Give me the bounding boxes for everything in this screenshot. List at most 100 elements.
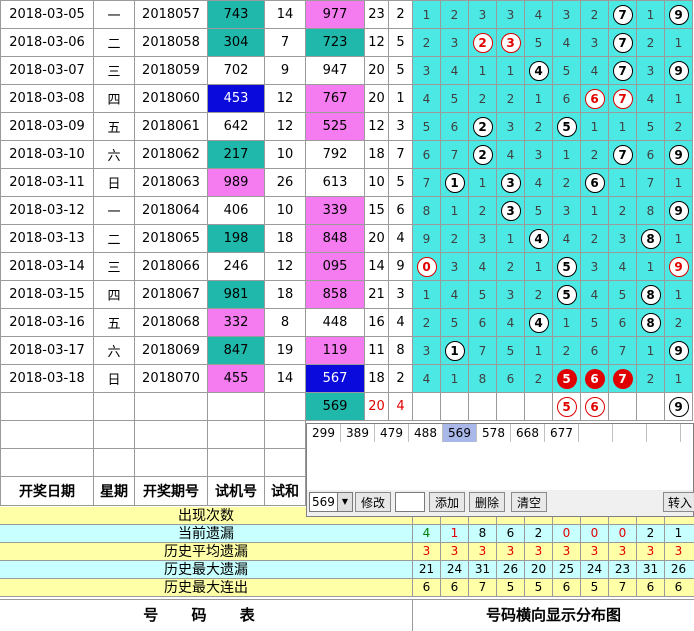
digit-cell: 5 (580, 308, 609, 337)
draw-sum: 21 (364, 280, 389, 309)
ball-number: 9 (668, 144, 689, 165)
digit-cell: 3 (552, 0, 581, 29)
empty-cell (93, 392, 135, 421)
digit-cell: 3 (580, 28, 609, 57)
ball-number: 7 (612, 368, 633, 389)
digit-cell: 8 (636, 280, 665, 309)
empty-cell (93, 420, 135, 449)
digit-cell: 1 (412, 0, 441, 29)
test-sum: 18 (264, 224, 306, 253)
draw-sum: 20 (364, 84, 389, 113)
digit-cell: 4 (524, 308, 553, 337)
digit-cell: 2 (468, 28, 497, 57)
draw-sum: 20 (364, 224, 389, 253)
draw-span: 2 (388, 364, 413, 393)
ball-number: 1 (444, 340, 465, 361)
clear-button[interactable]: 清空 (511, 492, 547, 512)
combo-item[interactable]: 389 (341, 424, 375, 442)
digit-cell: 0 (412, 252, 441, 281)
import-button[interactable]: 转入组 (663, 492, 694, 512)
ball-number: 4 (528, 312, 549, 333)
test-sum: 12 (264, 112, 306, 141)
combo-item[interactable]: 578 (477, 424, 511, 442)
digit-cell: 1 (580, 112, 609, 141)
digit-cell: 9 (664, 196, 693, 225)
ball-number: 9 (668, 4, 689, 25)
stat-value: 2 (636, 525, 664, 542)
combo-item[interactable]: 479 (375, 424, 409, 442)
digit-cell: 1 (636, 252, 665, 281)
stat-value: 7 (608, 579, 636, 596)
draw-number: 448 (305, 308, 365, 337)
ball-number: 5 (556, 368, 577, 389)
table-row: 2018-03-11 日 2018063 989 26 613 10 5 7 1 1 3 4 2 6 1 7 1 (0, 168, 693, 197)
combo-item[interactable]: 668 (511, 424, 545, 442)
stat-value: 23 (608, 561, 636, 578)
stat-value: 6 (664, 579, 692, 596)
add-button[interactable]: 添加 (429, 492, 465, 512)
digit-cell: 3 (440, 28, 469, 57)
combo-item-empty[interactable] (613, 424, 647, 442)
digit-cell: 4 (552, 28, 581, 57)
modify-button[interactable]: 修改 (355, 492, 391, 512)
digit-cell: 5 (552, 56, 581, 85)
combo-input[interactable] (395, 492, 425, 512)
stat-value: 3 (552, 543, 580, 560)
combo-select[interactable]: 569 ▼ (309, 492, 353, 512)
stat-values: 1723170118151736175517201730174317651762… (412, 507, 694, 597)
test-number: 642 (207, 112, 265, 141)
combo-list[interactable]: 299 389 479 488 569 578 668 677 (307, 424, 693, 443)
header-sh: 试和 (264, 476, 306, 506)
empty-cell (207, 448, 265, 477)
draw-date: 2018-03-18 (0, 364, 94, 393)
digit-cell: 7 (636, 168, 665, 197)
digit-cell: 7 (608, 56, 637, 85)
digit-cell: 3 (580, 252, 609, 281)
digit-cell: 4 (468, 252, 497, 281)
combo-item-empty[interactable] (647, 424, 681, 442)
combo-item[interactable]: 488 (409, 424, 443, 442)
table-row: 2018-03-05 一 2018057 743 14 977 23 2 1 2 3 3 4 3 2 7 1 9 (0, 0, 693, 29)
digit-cell: 2 (608, 196, 637, 225)
digit-cell: 1 (524, 336, 553, 365)
table-row: 2018-03-13 二 2018065 198 18 848 20 4 9 2 3 1 4 4 2 3 8 1 (0, 224, 693, 253)
header-wk: 星期 (93, 476, 135, 506)
ball-number: 4 (528, 60, 549, 81)
chevron-down-icon[interactable]: ▼ (337, 493, 352, 511)
draw-span: 8 (388, 336, 413, 365)
combo-item[interactable]: 677 (545, 424, 579, 442)
digit-cell: 1 (552, 140, 581, 169)
ball-number: 9 (668, 60, 689, 81)
table-row: 2018-03-14 三 2018066 246 12 095 14 9 0 3 4 2 1 5 3 4 1 9 (0, 252, 693, 281)
digit-cell: 1 (636, 336, 665, 365)
digit-cell: 2 (580, 224, 609, 253)
ball-number: 5 (556, 256, 577, 277)
issue-number: 2018066 (134, 252, 208, 281)
stat-value: 3 (440, 543, 468, 560)
test-number: 743 (207, 0, 265, 29)
digit-cell: 5 (552, 392, 581, 421)
draw-sum: 10 (364, 168, 389, 197)
ball-number: 3 (500, 172, 521, 193)
digit-cell: 3 (496, 196, 525, 225)
draw-date: 2018-03-08 (0, 84, 94, 113)
combo-item-empty[interactable] (579, 424, 613, 442)
digit-cell: 4 (552, 224, 581, 253)
draw-number: 339 (305, 196, 365, 225)
combo-item[interactable]: 569 (443, 424, 477, 442)
draw-date: 2018-03-13 (0, 224, 94, 253)
delete-button[interactable]: 删除 (469, 492, 505, 512)
combo-area[interactable] (307, 442, 693, 490)
digit-cell: 4 (524, 224, 553, 253)
digit-cell: 2 (440, 0, 469, 29)
digit-cell: 2 (524, 280, 553, 309)
digit-cell: 1 (664, 84, 693, 113)
test-sum: 19 (264, 336, 306, 365)
digit-cell: 1 (440, 196, 469, 225)
combo-item[interactable]: 299 (307, 424, 341, 442)
digit-cell: 6 (608, 308, 637, 337)
table-row: 2018-03-10 六 2018062 217 10 792 18 7 6 7 2 4 3 1 2 7 6 9 (0, 140, 693, 169)
stat-value: 26 (664, 561, 692, 578)
digit-cell: 2 (440, 224, 469, 253)
digit-cell: 5 (496, 336, 525, 365)
